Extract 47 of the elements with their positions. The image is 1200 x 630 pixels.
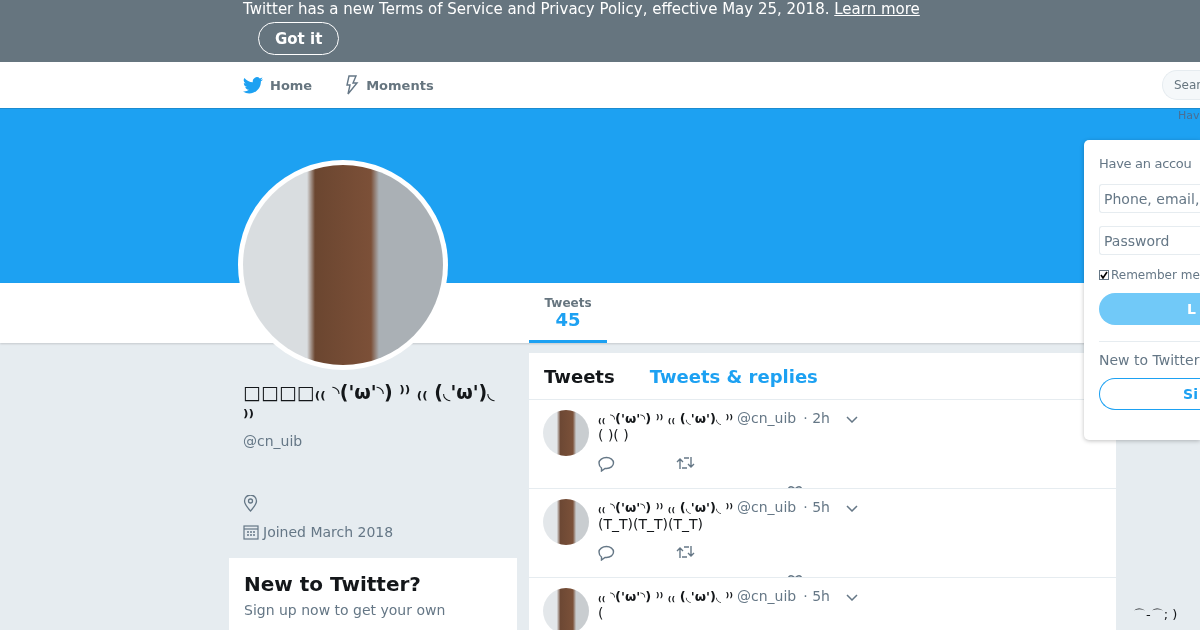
timeline-tab[interactable]: Tweets & replies <box>649 365 818 387</box>
card-title: New to Twitter? <box>244 572 422 596</box>
retweet-icon[interactable] <box>676 545 695 559</box>
tweets-stat[interactable]: Tweets 45 <box>529 283 607 343</box>
nav-link[interactable]: Moments <box>345 75 434 95</box>
tweet-time[interactable]: · 2h <box>803 410 830 426</box>
avatar-photo <box>543 499 589 545</box>
timeline-tab[interactable]: Tweets <box>544 365 615 387</box>
login-title: Have an accou <box>1099 156 1193 171</box>
lightning-icon <box>345 75 360 95</box>
profile-name: □□□□₍₍ ◝('ω'◝) ⁾⁾ ₍₍ (◟'ω')◟ ⁾⁾ <box>243 380 496 428</box>
user-handle[interactable]: @cn_uib <box>737 588 797 604</box>
chevron-down-icon[interactable] <box>845 594 858 601</box>
signup-prompt: New to Twitter <box>1099 352 1200 368</box>
tweet-time[interactable]: · 5h <box>803 588 830 604</box>
tweet-text: ( <box>598 605 605 621</box>
learn-more-link[interactable]: Learn more <box>834 0 920 18</box>
card-text: Sign up now to get your own <box>244 602 447 618</box>
remember-checkbox[interactable] <box>1099 270 1109 280</box>
profile-handle: @cn_uib <box>243 433 304 449</box>
nav-link[interactable]: Home <box>243 76 313 94</box>
join-date: Joined March 2018 <box>263 524 394 540</box>
password-field[interactable]: Password <box>1099 226 1200 255</box>
tweet-text: ( )( ) <box>598 427 630 443</box>
calendar-icon <box>243 524 259 540</box>
emoticon-text: ⌒-⌒; ) <box>1133 606 1178 624</box>
display-name[interactable]: ₍₍ ◝('ω'◝) ⁾⁾ ₍₍ (◟'ω')◟ ⁾⁾ <box>598 411 733 426</box>
tweet-text: (T_T)(T_T)(T_T) <box>598 516 705 532</box>
user-handle[interactable]: @cn_uib <box>737 410 797 426</box>
location-pin-icon <box>243 495 258 512</box>
hint-text: Hav <box>1178 109 1200 122</box>
avatar-photo <box>543 588 589 630</box>
tweet-time[interactable]: · 5h <box>803 499 830 515</box>
username-field[interactable]: Phone, email, <box>1099 184 1200 213</box>
reply-icon[interactable] <box>598 456 615 472</box>
reply-icon[interactable] <box>598 545 615 561</box>
terms-notice: Twitter has a new Terms of Service and Privacy Policy, effective May 25, 2018. Learn more <box>243 0 921 18</box>
signup-button[interactable]: Si <box>1099 378 1200 410</box>
display-name[interactable]: ₍₍ ◝('ω'◝) ⁾⁾ ₍₍ (◟'ω')◟ ⁾⁾ <box>598 589 733 604</box>
remember-label[interactable]: Remember me <box>1111 268 1200 282</box>
chevron-down-icon[interactable] <box>845 505 858 512</box>
chevron-down-icon[interactable] <box>845 416 858 423</box>
avatar-photo <box>543 410 589 456</box>
display-name[interactable]: ₍₍ ◝('ω'◝) ⁾⁾ ₍₍ (◟'ω')◟ ⁾⁾ <box>598 500 733 515</box>
user-handle[interactable]: @cn_uib <box>737 499 797 515</box>
retweet-icon[interactable] <box>676 456 695 470</box>
bird-icon <box>243 76 263 94</box>
